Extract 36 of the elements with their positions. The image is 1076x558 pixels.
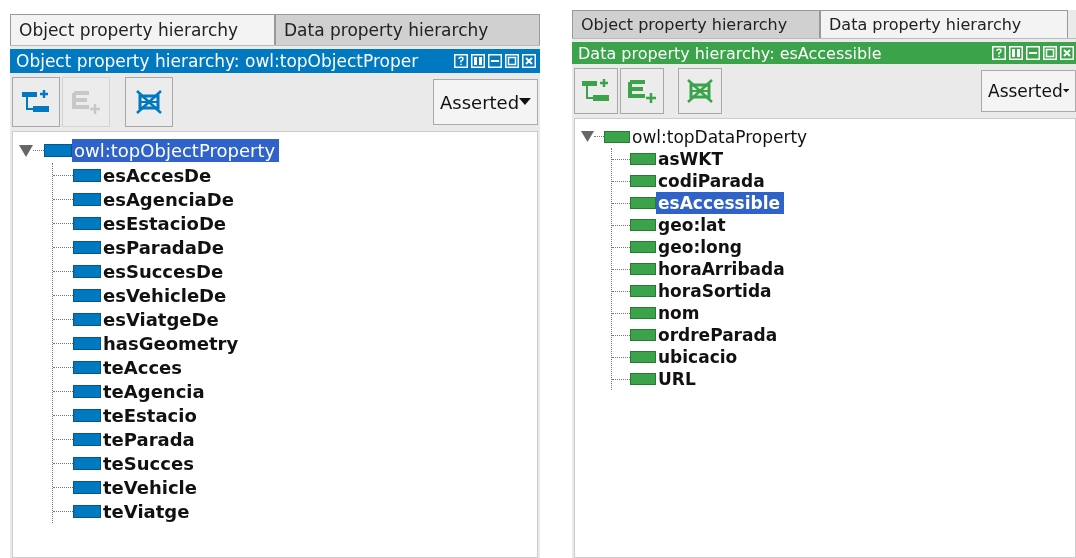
tree-item[interactable]: nom <box>656 302 704 324</box>
tree-item[interactable]: esAgenciaDe <box>101 187 238 211</box>
tree-item[interactable]: esEstacioDe <box>101 211 231 235</box>
view-mode-dropdown[interactable]: Asserted <box>433 79 538 125</box>
tree-item[interactable]: esVehicleDe <box>101 283 231 307</box>
tab[interactable]: Object property hierarchy <box>572 10 820 38</box>
tree-item[interactable]: teVehicle <box>101 475 201 499</box>
tree-item[interactable]: geo:lat <box>656 214 730 236</box>
tree-item[interactable]: esParadaDe <box>101 235 228 259</box>
tree-item[interactable]: esViatgeDe <box>101 307 223 331</box>
view-title: Data property hierarchy: esAccessible <box>578 43 883 63</box>
tree-item[interactable]: horaSortida <box>656 280 776 302</box>
view-title: Object property hierarchy: owl:topObjectProper <box>16 51 420 71</box>
tree-item[interactable]: owl:topDataProperty <box>630 125 812 148</box>
tab[interactable]: Data property hierarchy <box>275 14 540 45</box>
tree-item[interactable]: esSuccesDe <box>101 259 228 283</box>
tree-item[interactable]: geo:long <box>656 236 746 258</box>
tab[interactable]: Object property hierarchy <box>10 14 275 45</box>
tree-item[interactable]: teEstacio <box>101 403 201 427</box>
tree-item[interactable]: asWKT <box>656 148 728 170</box>
tree-item[interactable]: hasGeometry <box>101 331 243 355</box>
tree-item[interactable]: URL <box>656 368 700 390</box>
tree-item[interactable]: owl:topObjectProperty <box>72 139 280 162</box>
tab[interactable]: Data property hierarchy <box>820 10 1068 38</box>
tree-item[interactable]: teSucces <box>101 451 198 475</box>
tree-item[interactable]: ordreParada <box>656 324 782 346</box>
tree-item[interactable]: esAccessible <box>656 192 785 214</box>
tree-item[interactable]: teViatge <box>101 499 194 523</box>
tree-item[interactable]: teAcces <box>101 355 186 379</box>
tree-item[interactable]: esAccesDe <box>101 163 216 187</box>
tree-item[interactable]: ubicacio <box>656 346 742 368</box>
tree-item[interactable]: teParada <box>101 427 199 451</box>
tree-item[interactable]: codiParada <box>656 170 769 192</box>
tree-item[interactable]: teAgencia <box>101 379 209 403</box>
view-mode-dropdown[interactable]: Asserted <box>981 70 1076 112</box>
tree-item[interactable]: horaArribada <box>656 258 789 280</box>
